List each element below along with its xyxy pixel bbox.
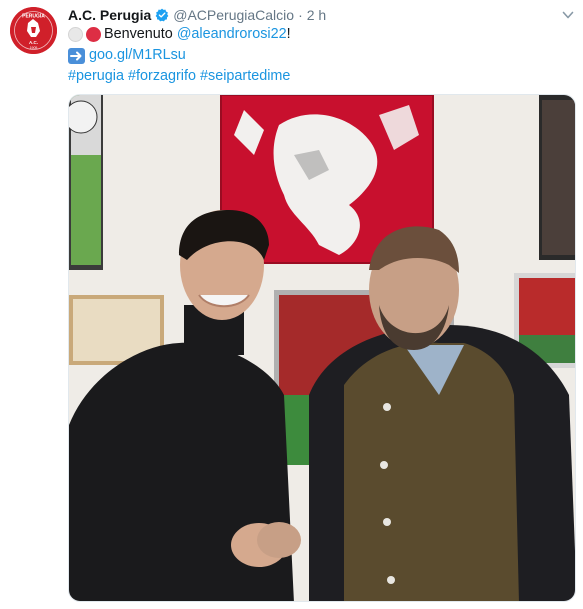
- perugia-logo: PERUGIA A.C. 1905: [10, 7, 57, 54]
- handle[interactable]: @ACPerugiaCalcio: [173, 7, 294, 23]
- exclamation: !: [286, 26, 291, 42]
- tweet-line-1: Benvenuto @aleandrorosi22 !: [68, 24, 294, 45]
- logo-year: 1905: [30, 46, 38, 50]
- display-name[interactable]: A.C. Perugia: [68, 7, 151, 23]
- tweet-line-3: #perugia #forzagrifo #seipartedime: [68, 66, 294, 87]
- separator-dot: ·: [298, 7, 303, 23]
- mention-link[interactable]: @aleandrorosi22: [177, 24, 287, 45]
- tweet-photo[interactable]: [68, 94, 576, 602]
- hashtag-perugia[interactable]: #perugia: [68, 66, 124, 87]
- hashtag-forzagrifo[interactable]: #forzagrifo: [128, 66, 196, 87]
- tweet-text: Benvenuto @aleandrorosi22 ! goo.gl/M1RLs…: [68, 24, 294, 87]
- red-circle-emoji-icon: [86, 27, 101, 42]
- right-arrow-emoji-icon: [68, 47, 85, 64]
- chevron-down-icon[interactable]: [561, 8, 575, 22]
- tweet-header: A.C. Perugia @ACPerugiaCalcio · 2 h: [68, 6, 326, 24]
- logo-text-top: PERUGIA: [22, 14, 45, 20]
- tweet-line-2: goo.gl/M1RLsu: [68, 45, 294, 66]
- photo-image: [69, 95, 575, 601]
- timestamp[interactable]: 2 h: [307, 7, 326, 23]
- verified-badge-icon: [155, 8, 169, 22]
- short-link[interactable]: goo.gl/M1RLsu: [89, 45, 186, 66]
- hashtag-seipartedime[interactable]: #seipartedime: [200, 66, 290, 87]
- white-circle-emoji-icon: [68, 27, 83, 42]
- logo-text-bottom: A.C.: [29, 40, 38, 45]
- tweet-card: PERUGIA A.C. 1905 A.C. Perugia @ACPerugi…: [0, 0, 583, 609]
- avatar[interactable]: PERUGIA A.C. 1905: [10, 7, 57, 54]
- welcome-text: Benvenuto: [104, 26, 177, 42]
